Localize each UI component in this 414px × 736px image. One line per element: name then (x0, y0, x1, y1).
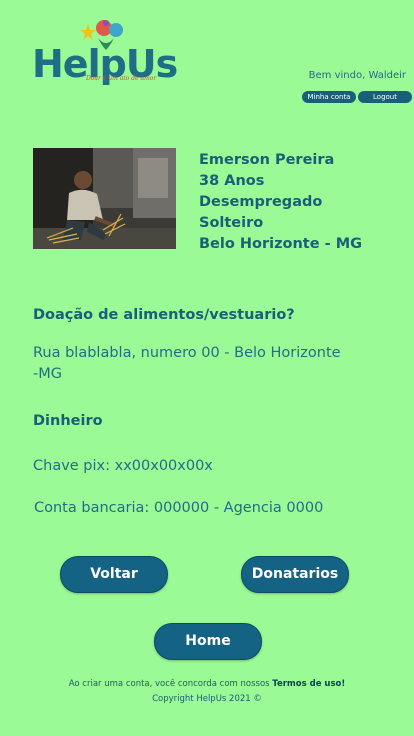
helpus-logo[interactable]: HelpUs Doar é um ato de amor (30, 18, 180, 88)
terms-link[interactable]: Termos de uso! (272, 679, 345, 689)
logo-tagline: Doar é um ato de amor (86, 75, 157, 82)
beneficiary-city: Belo Horizonte - MG (199, 236, 363, 252)
money-heading: Dinheiro (33, 413, 103, 429)
beneficiary-age: 38 Anos (199, 173, 265, 189)
pix-key: Chave pix: xx00x00x00x (33, 458, 213, 474)
beneficiary-photo (33, 148, 176, 249)
beneficiary-profile: Emerson Pereira 38 Anos Desempregado Sol… (199, 150, 362, 255)
back-button[interactable]: Voltar (60, 556, 168, 593)
terms-notice: Ao criar uma conta, você concorda com no… (0, 679, 414, 689)
address-line-2: -MG (33, 366, 62, 382)
bank-account: Conta bancaria: 000000 - Agencia 0000 (34, 500, 324, 516)
welcome-message: Bem vindo, Waldeir (308, 70, 406, 81)
goods-donation-heading: Doação de alimentos/vestuario? (33, 307, 295, 323)
terms-prefix: Ao criar uma conta, você concorda com no… (68, 679, 270, 689)
beneficiary-name: Emerson Pereira (199, 152, 335, 168)
address-line-1: Rua blablabla, numero 00 - Belo Horizont… (33, 345, 341, 361)
beneficiary-marital-status: Solteiro (199, 215, 264, 231)
home-button[interactable]: Home (154, 623, 262, 660)
logout-button[interactable]: Logout (358, 91, 412, 103)
donors-button[interactable]: Donatarios (241, 556, 349, 593)
copyright: Copyright HelpUs 2021 © (152, 694, 262, 704)
my-account-button[interactable]: Minha conta (302, 91, 356, 103)
beneficiary-employment: Desempregado (199, 194, 323, 210)
